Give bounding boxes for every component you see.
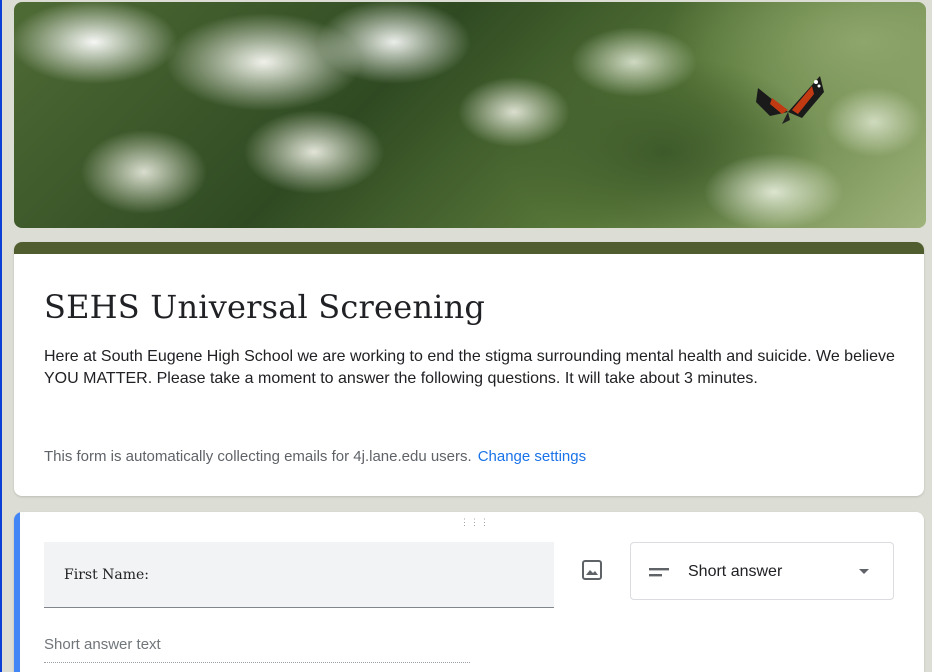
question-title-field[interactable]: First Name: bbox=[44, 542, 554, 608]
header-banner-image bbox=[14, 2, 926, 228]
question-title-text: First Name: bbox=[64, 567, 150, 583]
form-description[interactable]: Here at South Eugene High School we are … bbox=[44, 346, 904, 390]
theme-accent-bar bbox=[14, 242, 924, 254]
email-collection-notice: This form is automatically collecting em… bbox=[44, 448, 586, 465]
active-question-indicator bbox=[14, 512, 20, 672]
email-collection-text: This form is automatically collecting em… bbox=[44, 448, 472, 465]
short-answer-placeholder: Short answer text bbox=[44, 636, 161, 653]
change-settings-link[interactable]: Change settings bbox=[478, 448, 586, 465]
question-card[interactable]: ⋮⋮⋮ First Name: Short answer Short answe… bbox=[14, 512, 924, 672]
answer-underline bbox=[44, 662, 470, 663]
short-text-icon bbox=[649, 568, 669, 577]
question-type-label: Short answer bbox=[688, 563, 783, 580]
add-image-icon[interactable] bbox=[580, 558, 604, 582]
question-type-dropdown[interactable]: Short answer bbox=[630, 542, 894, 600]
chevron-down-icon bbox=[859, 569, 869, 574]
form-editor-page: SEHS Universal Screening Here at South E… bbox=[2, 0, 932, 672]
form-title[interactable]: SEHS Universal Screening bbox=[44, 288, 485, 326]
drag-handle-icon[interactable]: ⋮⋮⋮ bbox=[460, 518, 489, 534]
form-title-card: SEHS Universal Screening Here at South E… bbox=[14, 242, 924, 496]
butterfly-icon bbox=[756, 76, 824, 124]
